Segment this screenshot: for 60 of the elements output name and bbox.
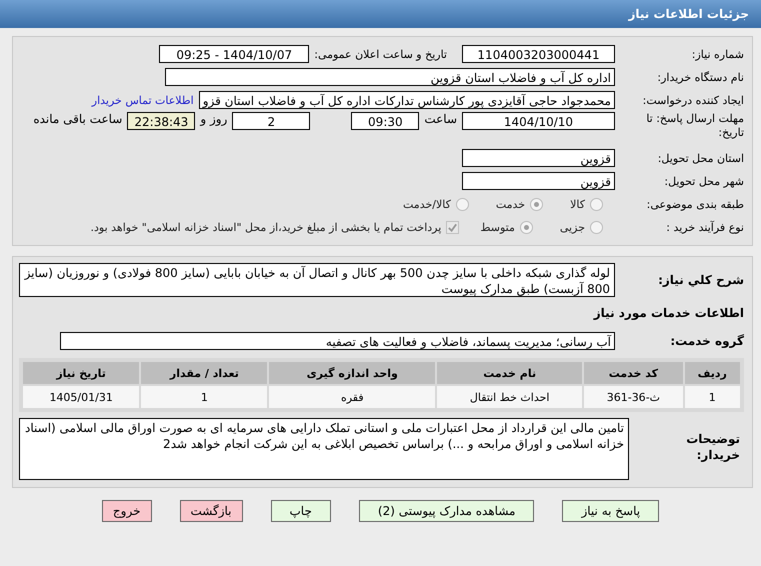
- field-label: مهلت ارسال پاسخ: تا تاریخ:: [645, 112, 745, 141]
- field-label: توضیحات خریدار:: [685, 431, 741, 464]
- buyer-org-field: اداره کل آب و فاضلاب استان قزوین: [165, 68, 615, 86]
- checkbox-label: پرداخت تمام یا بخشی از مبلغ خرید،از محل "اسناد خزانه اسلامی" خواهد بود.: [90, 220, 442, 234]
- field-label: استان محل تحویل:: [656, 152, 745, 164]
- table-cell: ث-36-361: [584, 386, 683, 408]
- table-cell: 1: [684, 386, 740, 408]
- province-field: قزوین: [462, 149, 615, 167]
- buyer-notes-text-area: تامین مالی این قرارداد از محل اعتبارات ملی و استانی تملک دارایی های سرمایه ای به صورت اوراق مالی اسلامی (اسناد خزانه اسلامی و اوراق مرابحه و ...) براساس تخصیص ابلاغی به این شرکت انجام خواهد شد2: [19, 418, 629, 480]
- radio-button[interactable]: [520, 220, 533, 234]
- field-label: طبقه بندی موضوعی:: [646, 198, 745, 210]
- action-button[interactable]: چاپ: [270, 500, 331, 522]
- radio-label: کالا/خدمت: [403, 198, 451, 210]
- field-label: شرح كلي نياز:: [657, 273, 745, 287]
- action-button[interactable]: بازگشت: [180, 500, 242, 522]
- radio-label: متوسط: [480, 220, 515, 234]
- column-header: کد خدمت: [584, 362, 683, 384]
- column-header: ردیف: [684, 362, 740, 384]
- field-label: گروه خدمت:: [669, 334, 745, 348]
- announce-date-field: 1404/10/07 - 09:25: [159, 45, 310, 63]
- action-button[interactable]: مشاهده مدارک پیوستی (2): [358, 500, 534, 522]
- description-text-area: لوله گذاری شبکه داخلی با سایز چدن 500 بهر کانال و اتصال آن به خیابان بابایی (سایز 800 فولادی) و نوروزیان (سایز 800 آزبست) طبق مدارک پیوست: [19, 263, 615, 297]
- radio-button[interactable]: [590, 198, 603, 210]
- field-label: ایجاد کننده درخواست:: [642, 94, 745, 106]
- days-label: روز و: [200, 112, 228, 126]
- table-cell: احداث خط انتقال: [437, 386, 582, 408]
- radio-button[interactable]: [590, 220, 603, 234]
- radio-button[interactable]: [530, 198, 544, 210]
- field-label: شهر محل تحویل:: [663, 174, 745, 188]
- time-label: ساعت: [424, 112, 457, 126]
- deadline-date-field: 1404/10/10: [462, 112, 615, 130]
- column-header: نام خدمت: [437, 362, 582, 384]
- field-label: شماره نیاز:: [690, 48, 745, 60]
- page-title: جزئیات اطلاعات نیاز: [628, 7, 749, 21]
- days-field: 2: [232, 112, 310, 130]
- checkbox[interactable]: [446, 220, 460, 234]
- radio-label: خدمت: [496, 198, 526, 210]
- field-label: نام دستگاه خریدار:: [656, 70, 745, 84]
- remaining-time-field: 22:38:43: [127, 112, 196, 130]
- action-button[interactable]: خروج: [102, 500, 152, 522]
- requester-field: محمدجواد حاجی آقایزدی پور کارشناس تدارکات اداره کل آب و فاضلاب استان قزو: [198, 91, 615, 109]
- radio-button[interactable]: [456, 198, 469, 210]
- table-cell: 1405/01/31: [23, 386, 140, 408]
- deadline-time-field: 09:30: [351, 112, 420, 130]
- radio-label: جزیی: [560, 220, 585, 234]
- city-field: قزوین: [462, 172, 615, 190]
- radio-label: کالا: [570, 198, 585, 210]
- field-label: نوع فرآیند خرید :: [665, 220, 745, 234]
- need-number-field: 1104003203000441: [462, 45, 615, 63]
- buyer-contact-link[interactable]: اطلاعات تماس خریدار: [92, 94, 194, 106]
- action-button[interactable]: پاسخ به نیاز: [562, 500, 660, 522]
- table-cell: فقره: [269, 386, 436, 408]
- column-header: واحد اندازه گیری: [269, 362, 436, 384]
- column-header: تعداد / مقدار: [141, 362, 268, 384]
- field-label: تاریخ و ساعت اعلان عمومی:: [314, 48, 447, 60]
- column-header: تاریخ نیاز: [23, 362, 140, 384]
- service-group-field: آب رسانی؛ مدیریت پسماند، فاضلاب و فعالیت های تصفیه: [60, 332, 615, 350]
- table-cell: 1: [141, 386, 268, 408]
- section-title: اطلاعات خدمات مورد نیاز: [592, 305, 745, 322]
- remaining-label: ساعت باقی مانده: [33, 112, 122, 126]
